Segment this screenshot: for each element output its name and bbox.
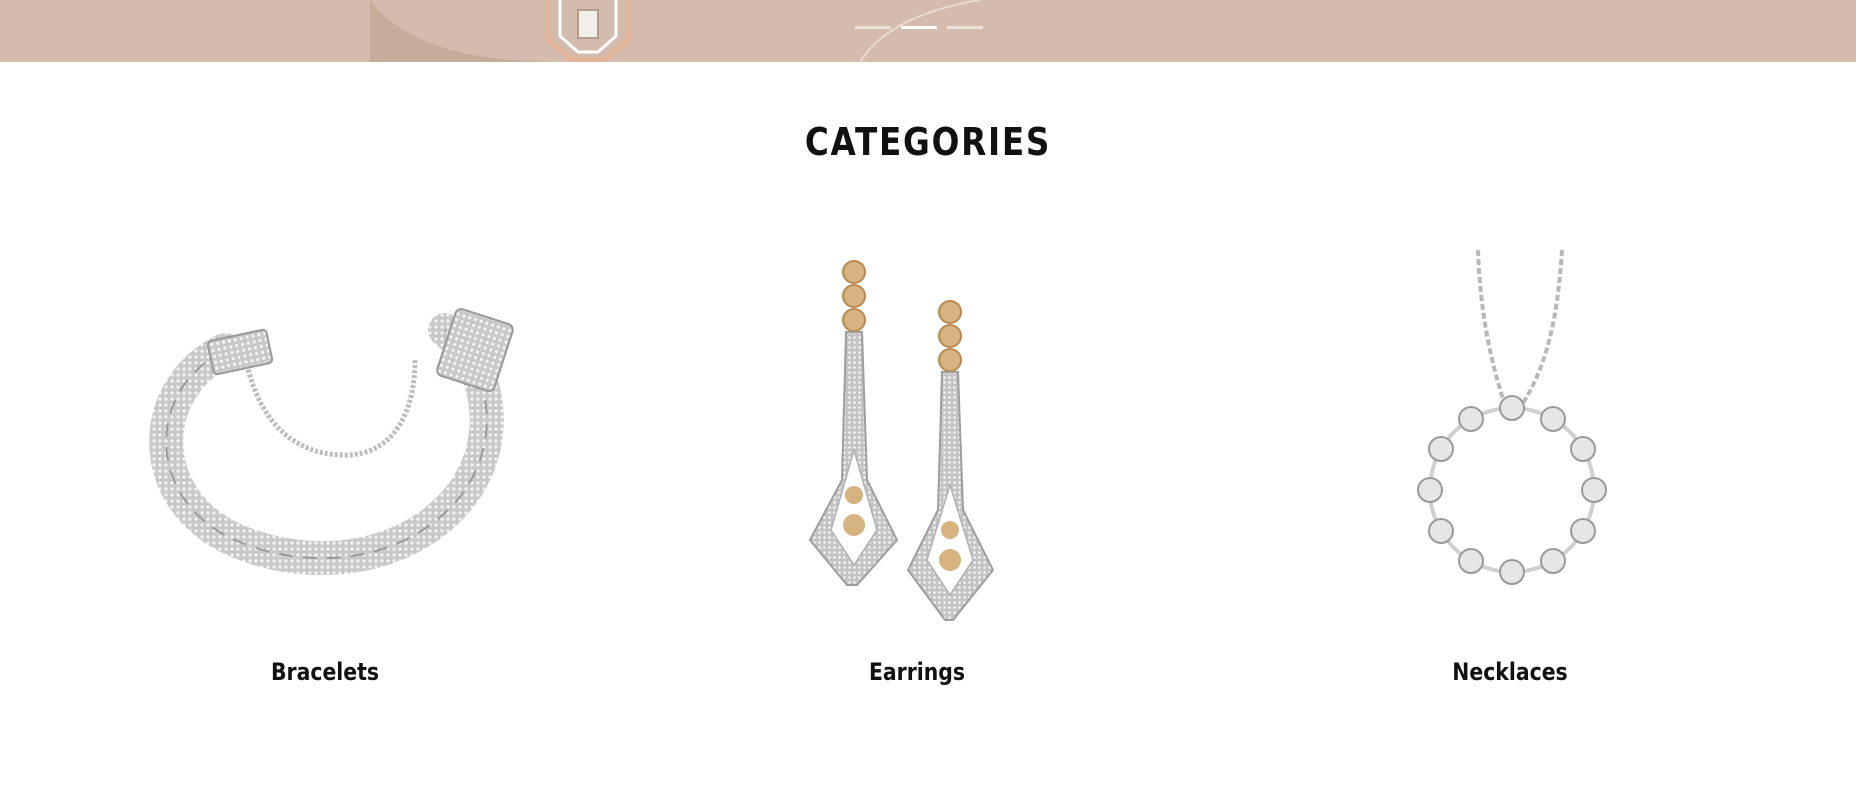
section-title: CATEGORIES [804, 120, 1052, 164]
category-label-bracelets[interactable]: Bracelets [147, 658, 504, 686]
carousel-indicators [855, 26, 983, 29]
category-card-necklaces[interactable]: Necklaces [1300, 240, 1720, 700]
hero-banner[interactable] [0, 0, 1856, 62]
carousel-dot-2[interactable] [901, 26, 937, 29]
bracelet-image [149, 308, 514, 576]
hero-decoration [370, 0, 981, 62]
category-card-bracelets[interactable]: Bracelets [115, 240, 535, 700]
category-label-necklaces[interactable]: Necklaces [1332, 658, 1689, 686]
ring-image [545, 0, 631, 62]
earrings-image [808, 260, 995, 621]
necklace-image [1417, 249, 1607, 585]
category-label-earrings[interactable]: Earrings [739, 658, 1096, 686]
carousel-dot-3[interactable] [947, 26, 983, 29]
category-card-earrings[interactable]: Earrings [707, 240, 1127, 700]
pendant-ring [1417, 395, 1607, 585]
carousel-dot-1[interactable] [855, 26, 891, 29]
